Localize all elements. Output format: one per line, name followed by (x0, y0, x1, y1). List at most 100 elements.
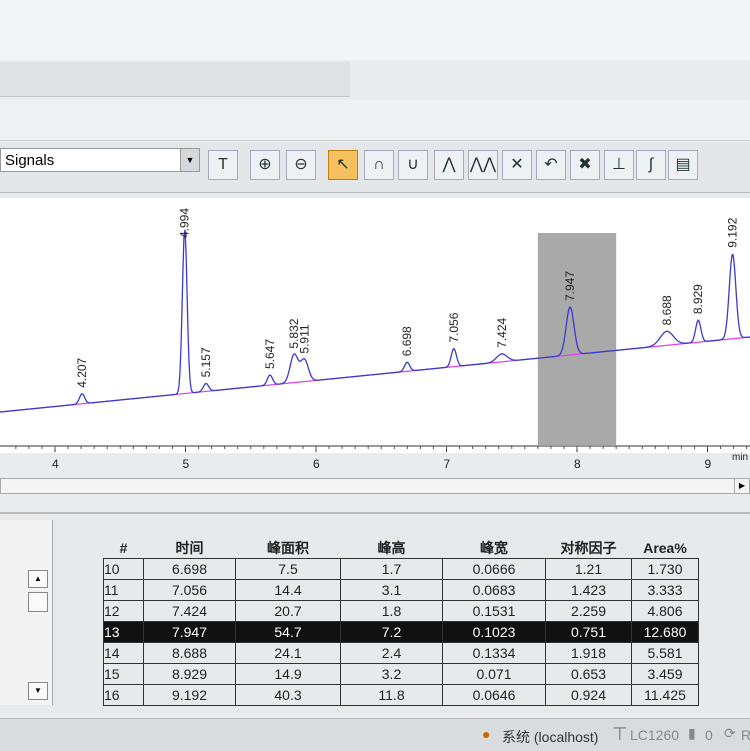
tab-strip (0, 62, 350, 97)
column-header[interactable]: Area% (632, 538, 699, 559)
queue-count: 0 (705, 727, 713, 743)
signals-dropdown[interactable]: Signals ▼ (0, 148, 200, 172)
table-cell: 0.0646 (442, 684, 546, 706)
remove-button[interactable]: ✖ (570, 150, 600, 180)
table-cell: 40.3 (235, 684, 341, 706)
peak-button[interactable]: ∩ (364, 150, 394, 180)
chevron-down-icon[interactable]: ▼ (180, 149, 199, 171)
scroll-down-icon[interactable]: ▼ (28, 682, 48, 700)
peak-table: # 时间 峰面积 峰高 峰宽 对称因子 Area% 10 6.698 7.5 1.7 0.0666 1.… (103, 538, 699, 706)
table-cell: 7.5 (235, 558, 341, 580)
table-cell: 1.7 (340, 558, 443, 580)
table-cell: 1.8 (340, 600, 443, 622)
zoom-in-button[interactable]: ⊕ (250, 150, 280, 180)
table-cell: 0.924 (545, 684, 632, 706)
multi-peak-button[interactable]: ⋀⋀ (468, 150, 498, 180)
valley-button[interactable]: ∪ (398, 150, 428, 180)
color-palette-icon: T (218, 156, 228, 173)
table-row[interactable]: 11 7.056 14.4 3.1 0.0683 1.423 3.333 (103, 579, 699, 601)
table-cell: 7.056 (143, 579, 236, 601)
table-row[interactable]: 15 8.929 14.9 3.2 0.071 0.653 3.459 (103, 663, 699, 685)
x-tick-label: 7 (444, 457, 451, 471)
split-peak-button[interactable]: ⋀ (434, 150, 464, 180)
undo-icon: ↶ (544, 156, 558, 173)
table-cell: 7.424 (143, 600, 236, 622)
scroll-thumb[interactable] (28, 592, 48, 612)
chromatogram-plot[interactable]: 4.207 4.994 5.157 5.647 5.832 5.911 6.698 7.056… (0, 198, 750, 471)
split-peak-icon: ⋀ (442, 156, 456, 173)
x-tick-label: 6 (313, 457, 320, 471)
table-cell: 14.9 (235, 663, 341, 685)
peak-label: 4.994 (178, 208, 192, 238)
instrument-status: LC1260 (630, 727, 680, 743)
column-header[interactable]: 峰面积 (236, 538, 341, 559)
table-cell: 0.1531 (442, 600, 546, 622)
table-cell: 3.2 (340, 663, 443, 685)
table-cell: 8.929 (143, 663, 236, 685)
column-header[interactable]: # (104, 538, 144, 559)
report-button[interactable]: ▤ (668, 150, 698, 180)
x-tick-label: 9 (705, 457, 712, 471)
table-cell: 1.423 (545, 579, 632, 601)
delete-peak-icon: ✕ (510, 156, 524, 173)
table-cell: 0.653 (545, 663, 632, 685)
table-cell: 0.751 (545, 621, 632, 643)
status-extra: R (741, 727, 750, 743)
table-cell: 9.192 (143, 684, 236, 706)
instrument-icon: ⊤ (612, 724, 628, 744)
pointer-icon: ↖ (336, 156, 350, 173)
peak-label: 4.207 (75, 357, 89, 387)
table-cell: 2.4 (340, 642, 443, 664)
table-cell: 1.21 (545, 558, 632, 580)
table-cell: 0.0666 (442, 558, 546, 580)
peak-label: 6.698 (400, 326, 414, 356)
refresh-icon: ⟳ (724, 725, 736, 741)
window-top (0, 0, 750, 60)
table-cell: 7.2 (340, 621, 443, 643)
integrate-button[interactable]: ∫ (636, 150, 666, 180)
scroll-right-icon[interactable]: ▶ (734, 479, 749, 493)
status-bar: ● 系统 (localhost) ⊤ LC1260 ▮ 0 ⟳ R (0, 718, 750, 751)
table-cell: 1.918 (545, 642, 632, 664)
table-cell: 13 (103, 621, 144, 643)
table-cell: 1.730 (631, 558, 699, 580)
zoom-out-button[interactable]: ⊖ (286, 150, 316, 180)
delete-peak-button[interactable]: ✕ (502, 150, 532, 180)
table-cell: 12 (103, 600, 144, 622)
peak-label: 5.911 (297, 324, 311, 353)
table-cell: 11 (103, 579, 144, 601)
peak-label: 5.647 (263, 339, 277, 369)
column-header[interactable]: 峰宽 (443, 538, 546, 559)
user-icon: ● (482, 726, 491, 742)
x-unit-label: min (732, 452, 748, 463)
table-row[interactable]: 10 6.698 7.5 1.7 0.0666 1.21 1.730 (103, 558, 699, 580)
column-header[interactable]: 峰高 (341, 538, 443, 559)
column-header[interactable]: 对称因子 (546, 538, 632, 559)
remove-icon: ✖ (578, 156, 592, 173)
menu-strip (0, 100, 750, 141)
x-tick-label: 5 (183, 457, 190, 471)
table-cell: 15 (103, 663, 144, 685)
table-row[interactable]: 14 8.688 24.1 2.4 0.1334 1.918 5.581 (103, 642, 699, 664)
scroll-up-icon[interactable]: ▲ (28, 570, 48, 588)
zoom-out-icon: ⊖ (294, 156, 308, 173)
table-cell: 54.7 (235, 621, 341, 643)
undo-button[interactable]: ↶ (536, 150, 566, 180)
signals-label: Signals (5, 152, 55, 169)
table-cell: 0.071 (442, 663, 546, 685)
column-header[interactable]: 时间 (144, 538, 236, 559)
table-row[interactable]: 13 7.947 54.7 7.2 0.1023 0.751 12.680 (103, 621, 699, 643)
table-row[interactable]: 16 9.192 40.3 11.8 0.0646 0.924 11.425 (103, 684, 699, 706)
baseline-button[interactable]: ⊥ (604, 150, 634, 180)
signal-trace (0, 229, 750, 413)
table-scroll-pane: ▲ ▼ (0, 520, 53, 705)
peak-label: 8.929 (691, 284, 705, 314)
horizontal-scrollbar[interactable]: ▶ (0, 478, 750, 494)
color-palette-button[interactable]: T (208, 150, 238, 180)
x-tick-label: 4 (52, 457, 59, 471)
pointer-button[interactable]: ↖ (328, 150, 358, 180)
table-row[interactable]: 12 7.424 20.7 1.8 0.1531 2.259 4.806 (103, 600, 699, 622)
zoom-in-icon: ⊕ (258, 156, 272, 173)
table-cell: 11.8 (340, 684, 443, 706)
table-cell: 4.806 (631, 600, 699, 622)
